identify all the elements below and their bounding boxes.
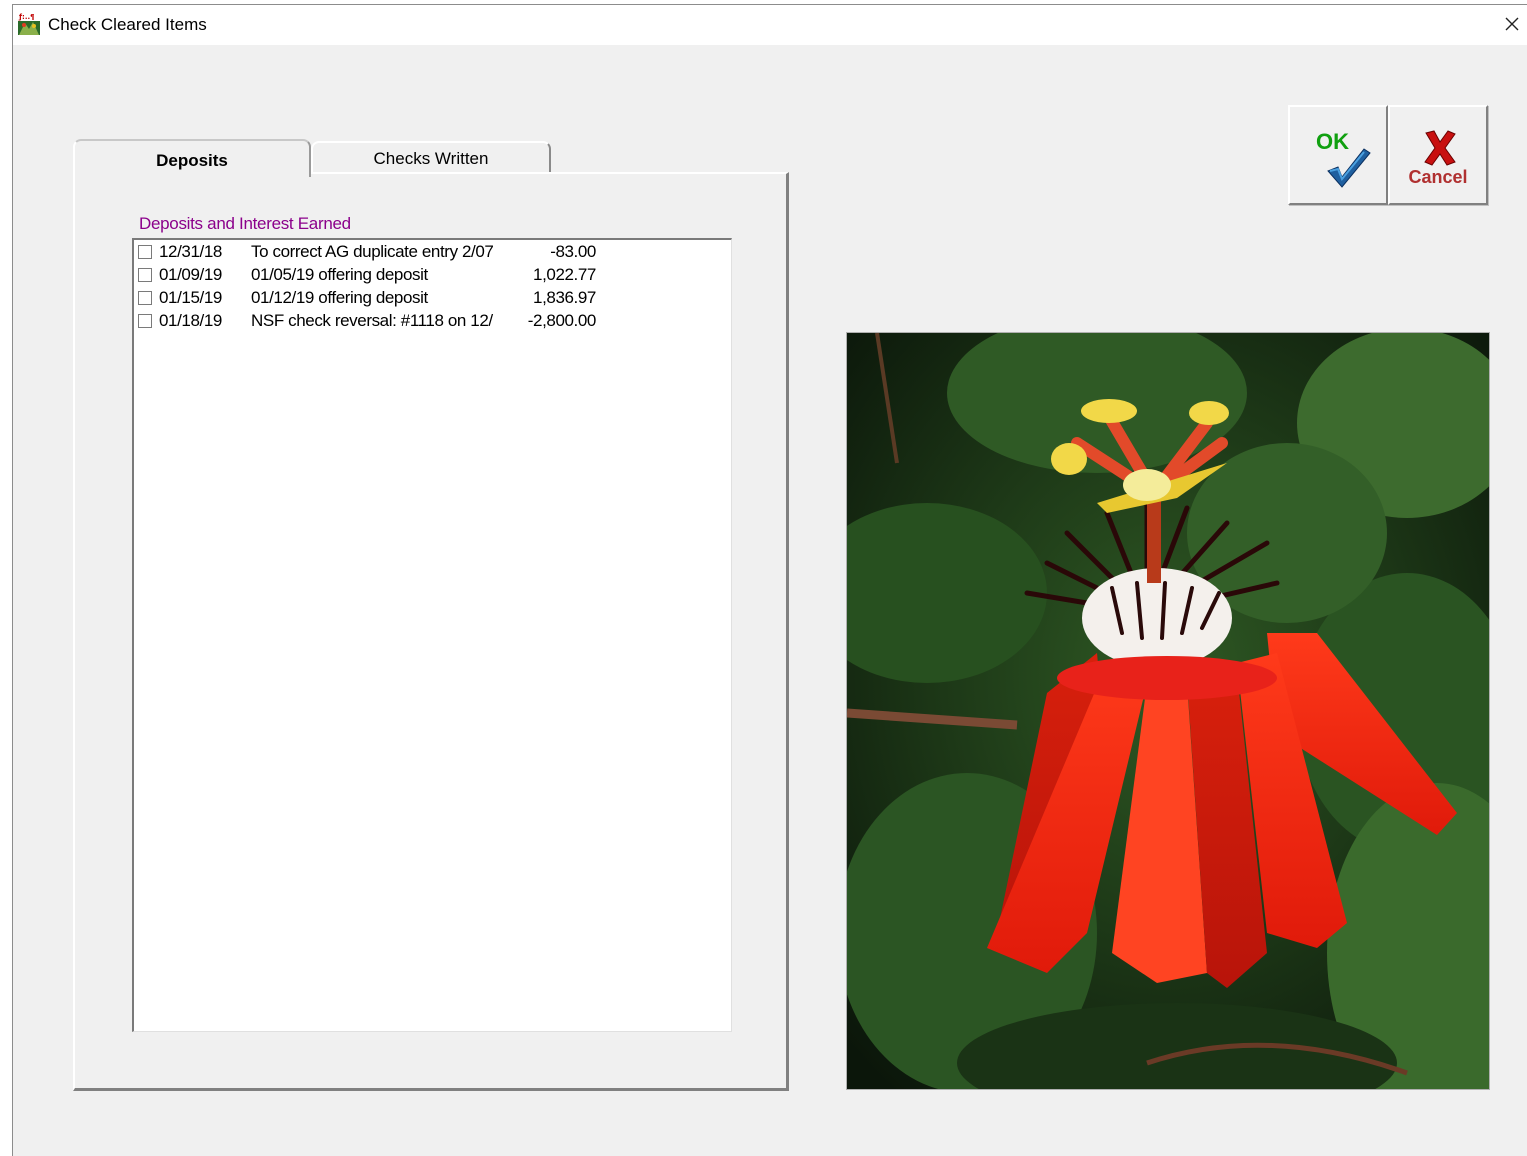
- item-description: To correct AG duplicate entry 2/07: [251, 242, 494, 261]
- cleared-checkbox[interactable]: [138, 245, 152, 259]
- cleared-checkbox[interactable]: [138, 291, 152, 305]
- close-button[interactable]: [1497, 9, 1527, 39]
- item-date: 01/18/19: [159, 311, 222, 330]
- deposits-tab-panel: Deposits and Interest Earned 12/31/18 To…: [73, 172, 789, 1091]
- close-icon: [1505, 17, 1519, 31]
- item-amount: 1,836.97: [533, 288, 596, 307]
- ok-button[interactable]: OK: [1288, 105, 1388, 205]
- item-date: 01/09/19: [159, 265, 222, 284]
- item-description: 01/05/19 offering deposit: [251, 265, 428, 284]
- title-bar: ƒ:..¶ Check Cleared Items: [13, 5, 1527, 45]
- item-description: 01/12/19 offering deposit: [251, 288, 428, 307]
- cleared-checkbox[interactable]: [138, 314, 152, 328]
- list-item[interactable]: 12/31/18 To correct AG duplicate entry 2…: [134, 241, 731, 263]
- flower-photo: [846, 332, 1490, 1090]
- x-mark-icon: [1424, 130, 1456, 166]
- cancel-label: Cancel: [1408, 167, 1468, 187]
- dialog-window: ƒ:..¶ Check Cleared Items Deposits Check…: [12, 4, 1527, 1156]
- window-title: Check Cleared Items: [48, 15, 207, 34]
- item-amount: -2,800.00: [527, 311, 597, 330]
- list-item[interactable]: 01/18/19 NSF check reversal: #1118 on 12…: [134, 310, 731, 332]
- item-date: 01/15/19: [159, 288, 222, 307]
- check-mark-icon: [1327, 148, 1371, 188]
- tab-deposits[interactable]: Deposits: [73, 139, 311, 177]
- item-amount: 1,022.77: [533, 265, 596, 284]
- item-description: NSF check reversal: #1118 on 12/: [251, 311, 493, 330]
- deposits-list[interactable]: 12/31/18 To correct AG duplicate entry 2…: [132, 238, 732, 1032]
- item-date: 12/31/18: [159, 242, 222, 261]
- cancel-button[interactable]: Cancel: [1388, 105, 1488, 205]
- list-caption: Deposits and Interest Earned: [139, 214, 351, 233]
- cleared-checkbox[interactable]: [138, 268, 152, 282]
- list-item[interactable]: 01/15/19 01/12/19 offering deposit 1,836…: [134, 287, 731, 309]
- tab-checks-written[interactable]: Checks Written: [311, 141, 551, 173]
- svg-text:ƒ:..¶: ƒ:..¶: [18, 13, 35, 21]
- app-logo-icon: ƒ:..¶: [17, 11, 41, 37]
- item-amount: -83.00: [550, 242, 596, 261]
- list-item[interactable]: 01/09/19 01/05/19 offering deposit 1,022…: [134, 264, 731, 286]
